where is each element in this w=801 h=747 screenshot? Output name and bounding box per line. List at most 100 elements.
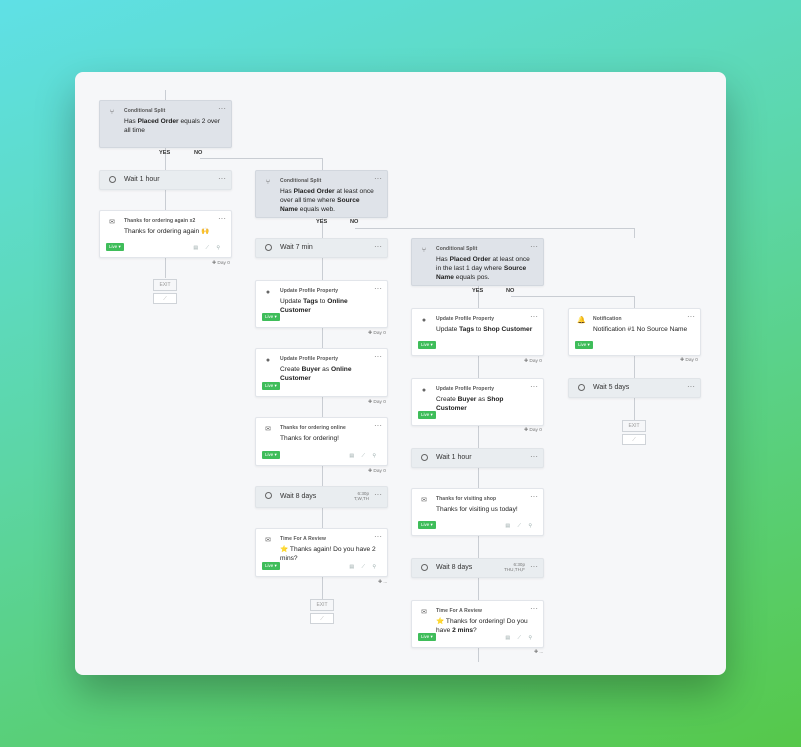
split-title: Conditional Split xyxy=(280,178,322,184)
email-title: Thanks for visiting shop xyxy=(436,496,497,502)
more-options-icon[interactable]: ··· xyxy=(687,312,695,321)
wait-label: Wait 8 days xyxy=(436,564,473,571)
more-options-icon[interactable]: ··· xyxy=(374,490,382,499)
more-options-icon[interactable]: ··· xyxy=(530,382,538,391)
more-options-icon[interactable]: ··· xyxy=(530,242,538,251)
update-description: Update Tags to Shop Customer xyxy=(436,326,533,333)
more-options-icon[interactable]: ··· xyxy=(374,174,382,183)
status-badge[interactable]: Live ▾ xyxy=(262,562,280,570)
email-title: Time For A Review xyxy=(280,536,326,542)
day-label: ✚ Day 0 xyxy=(524,359,542,364)
more-options-icon[interactable]: ··· xyxy=(374,532,382,541)
analytics-icons[interactable]: ▤ ⟋ ⚲ xyxy=(349,453,379,459)
status-badge[interactable]: Live ▾ xyxy=(575,341,593,349)
more-options-icon[interactable]: ··· xyxy=(687,382,695,391)
update-title: Update Profile Property xyxy=(280,288,339,294)
exit-stats-icon[interactable]: ⟋ xyxy=(153,293,177,304)
more-options-icon[interactable]: ··· xyxy=(374,284,382,293)
more-options-icon[interactable]: ··· xyxy=(374,421,382,430)
email-step-visiting-shop[interactable]: ✉ Thanks for visiting shop ··· Thanks fo… xyxy=(411,488,544,536)
split-title: Conditional Split xyxy=(124,108,166,114)
update-title: Update Profile Property xyxy=(436,316,495,322)
analytics-icons[interactable]: ▤ ⟋ ⚲ xyxy=(505,523,535,529)
exit-stats-icon[interactable]: ⟋ xyxy=(622,434,646,445)
update-profile-buyer-shop[interactable]: ● Update Profile Property ··· Create Buy… xyxy=(411,378,544,426)
update-description: Create Buyer as Shop Customer xyxy=(436,396,504,412)
analytics-icons[interactable]: ▤ ⟋ ⚲ xyxy=(505,635,535,641)
wait-schedule: 6:30p T,W,TH xyxy=(353,491,369,501)
status-badge[interactable]: Live ▾ xyxy=(106,243,124,251)
update-profile-tags-shop[interactable]: ● Update Profile Property ··· Update Tag… xyxy=(411,308,544,356)
day-label: ✚ Day 0 xyxy=(368,469,386,474)
exit-stats-icon[interactable]: ⟋ xyxy=(310,613,334,624)
update-title: Update Profile Property xyxy=(436,386,495,392)
email-icon: ✉ xyxy=(265,537,271,544)
status-badge[interactable]: Live ▾ xyxy=(262,451,280,459)
email-icon: ✉ xyxy=(109,219,115,226)
status-badge[interactable]: Live ▾ xyxy=(418,633,436,641)
update-title: Update Profile Property xyxy=(280,356,339,362)
update-profile-buyer-online[interactable]: ● Update Profile Property ··· Create Buy… xyxy=(255,348,388,397)
wait-schedule: 6:30p THU,TH,F xyxy=(504,562,525,572)
analytics-icons[interactable]: ▤ ⟋ ⚲ xyxy=(193,245,223,251)
status-badge[interactable]: Live ▾ xyxy=(418,341,436,349)
status-badge[interactable]: Live ▾ xyxy=(262,313,280,321)
wait-label: Wait 1 hour xyxy=(124,176,160,183)
yes-label: YES xyxy=(472,288,484,294)
exit-node: EXIT xyxy=(622,420,646,432)
user-icon: ● xyxy=(421,317,427,324)
update-profile-tags-online[interactable]: ● Update Profile Property ··· Update Tag… xyxy=(255,280,388,328)
email-step-ordering-again[interactable]: ✉ Thanks for ordering again x2 ··· Thank… xyxy=(99,210,232,258)
notification-step[interactable]: 🔔 Notification ··· Notification #1 No So… xyxy=(568,308,701,356)
more-options-icon[interactable]: ··· xyxy=(218,104,226,113)
status-badge[interactable]: Live ▾ xyxy=(418,521,436,529)
more-options-icon[interactable]: ··· xyxy=(530,312,538,321)
wait-step-1h[interactable]: Wait 1 hour ··· xyxy=(99,170,232,190)
more-options-icon[interactable]: ··· xyxy=(530,492,538,501)
more-options-icon[interactable]: ··· xyxy=(530,604,538,613)
email-subject: Thanks for ordering! xyxy=(280,435,340,442)
conditional-split-2[interactable]: ⑂ Conditional Split ··· Has Placed Order… xyxy=(255,170,388,218)
more-options-icon[interactable]: ··· xyxy=(374,352,382,361)
wait-label: Wait 8 days xyxy=(280,493,317,500)
email-title: Thanks for ordering online xyxy=(280,425,346,431)
user-icon: ● xyxy=(265,289,271,296)
email-title: Thanks for ordering again x2 xyxy=(124,218,196,224)
clock-icon xyxy=(421,564,428,571)
no-label: NO xyxy=(506,288,515,294)
conditional-split-1[interactable]: ⑂ Conditional Split ··· Has Placed Order… xyxy=(99,100,232,148)
wait-step-5days[interactable]: Wait 5 days ··· xyxy=(568,378,701,398)
day-label: ✚ ... xyxy=(534,650,544,655)
email-icon: ✉ xyxy=(265,426,271,433)
more-options-icon[interactable]: ··· xyxy=(374,242,382,251)
notification-title: Notification xyxy=(593,316,622,322)
email-step-ordering-online[interactable]: ✉ Thanks for ordering online ··· Thanks … xyxy=(255,417,388,466)
email-subject: ⭐ Thanks again! Do you have 2 mins? xyxy=(280,546,376,562)
email-icon: ✉ xyxy=(421,609,427,616)
day-label: ✚ Day 0 xyxy=(680,358,698,363)
conditional-split-3[interactable]: ⑂ Conditional Split ··· Has Placed Order… xyxy=(411,238,544,286)
day-label: ✚ Day 0 xyxy=(524,428,542,433)
status-badge[interactable]: Live ▾ xyxy=(262,382,280,390)
email-step-review-online[interactable]: ✉ Time For A Review ··· ⭐ Thanks again! … xyxy=(255,528,388,577)
email-subject: Thanks for visiting us today! xyxy=(436,506,518,513)
wait-step-1h-shop[interactable]: Wait 1 hour ··· xyxy=(411,448,544,468)
clock-icon xyxy=(265,492,272,499)
no-label: NO xyxy=(350,219,359,225)
analytics-icons[interactable]: ▤ ⟋ ⚲ xyxy=(349,564,379,570)
more-options-icon[interactable]: ··· xyxy=(218,214,226,223)
wait-step-7min[interactable]: Wait 7 min ··· xyxy=(255,238,388,258)
status-badge[interactable]: Live ▾ xyxy=(418,411,436,419)
update-description: Update Tags to Online Customer xyxy=(280,298,348,314)
email-step-review-shop[interactable]: ✉ Time For A Review ··· ⭐ Thanks for ord… xyxy=(411,600,544,648)
wait-label: Wait 5 days xyxy=(593,384,630,391)
wait-step-8days[interactable]: Wait 8 days 6:30p T,W,TH ··· xyxy=(255,486,388,508)
more-options-icon[interactable]: ··· xyxy=(530,452,538,461)
yes-label: YES xyxy=(316,219,328,225)
clock-icon xyxy=(421,454,428,461)
split-condition: Has Placed Order at least once in the la… xyxy=(436,256,530,281)
more-options-icon[interactable]: ··· xyxy=(530,562,538,571)
clock-icon xyxy=(265,244,272,251)
more-options-icon[interactable]: ··· xyxy=(218,174,226,183)
wait-step-8days-shop[interactable]: Wait 8 days 6:30p THU,TH,F ··· xyxy=(411,558,544,578)
